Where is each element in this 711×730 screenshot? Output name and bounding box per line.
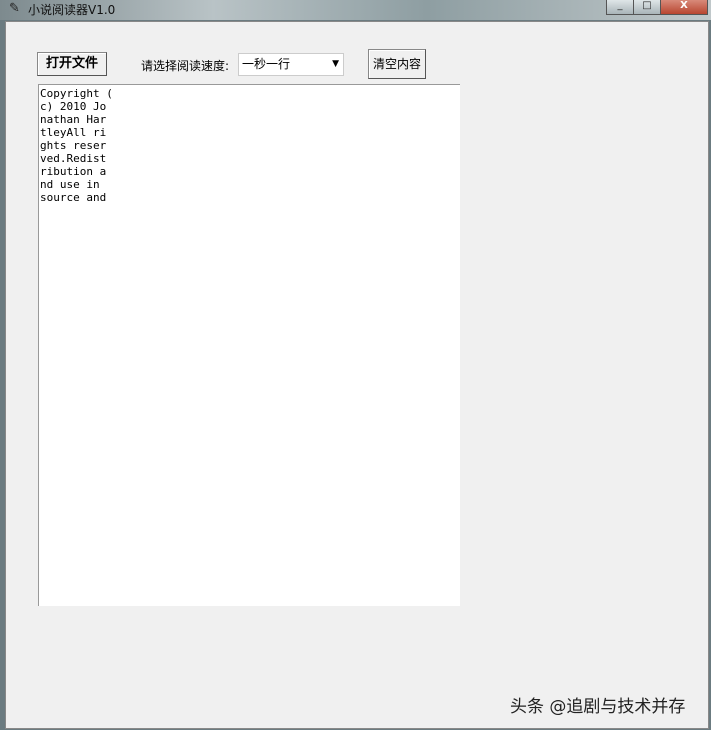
speed-label: 请选择阅读速度:: [141, 59, 230, 73]
speed-value: 一秒一行: [242, 57, 291, 71]
window-title: 小说阅读器V1.0: [28, 3, 116, 17]
text-line: tleyAll ri: [40, 126, 107, 139]
feather-icon: ✎: [9, 1, 20, 16]
close-button[interactable]: X: [660, 0, 708, 15]
minimize-button[interactable]: _: [606, 0, 634, 15]
title-bar: ✎ 小说阅读器V1.0 _ □ X: [0, 0, 711, 20]
text-line: ribution a: [40, 165, 107, 178]
text-line: source and: [40, 191, 107, 204]
text-line: ved.Redist: [40, 152, 107, 165]
watermark: 头条 @追剧与技术并存: [510, 697, 686, 717]
text-area[interactable]: Copyright (c) 2010 Jo nathan Har tleyAll r…: [38, 84, 460, 606]
text-line: nd use in: [40, 178, 100, 191]
window-client: 打开文件 请选择阅读速度: 一秒一行 ▼ 清空内容 Copyright (c) …: [5, 21, 709, 729]
text-line: c) 2010 Jo: [40, 100, 107, 113]
speed-select[interactable]: 一秒一行 ▼: [238, 53, 344, 76]
open-file-button[interactable]: 打开文件: [37, 52, 107, 76]
maximize-button[interactable]: □: [633, 0, 661, 15]
text-line: nathan Har: [40, 113, 107, 126]
clear-content-button[interactable]: 清空内容: [368, 49, 426, 79]
text-line: Copyright (: [40, 87, 113, 100]
chevron-down-icon: ▼: [332, 59, 339, 69]
text-line: ghts reser: [40, 139, 107, 152]
